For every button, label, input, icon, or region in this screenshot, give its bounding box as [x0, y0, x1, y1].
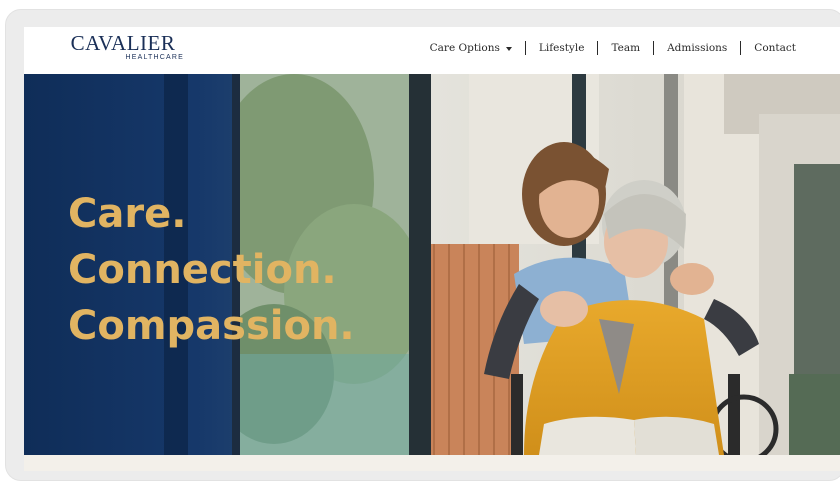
- hero-banner: Care. Connection. Compassion.: [24, 74, 840, 455]
- chevron-down-icon: [505, 47, 512, 51]
- hero-headline: Care. Connection. Compassion.: [68, 186, 355, 354]
- logo-tagline: HEALTHCARE: [125, 54, 184, 61]
- nav-item-care-options[interactable]: Care Options: [430, 42, 512, 54]
- logo[interactable]: CAVALIER HEALTHCARE: [60, 32, 186, 62]
- nav-item-admissions[interactable]: Admissions: [667, 42, 727, 54]
- website: CAVALIER HEALTHCARE Care Options Lifesty…: [24, 27, 840, 471]
- nav-separator: [597, 41, 599, 55]
- hero-bottom-strip: [24, 455, 840, 471]
- headline-line-connection: Connection.: [68, 247, 337, 293]
- nav-item-label: Team: [611, 42, 641, 54]
- nav-separator: [524, 41, 526, 55]
- nav-item-label: Contact: [754, 42, 796, 54]
- nav-item-label: Care Options: [429, 42, 500, 54]
- nav-item-lifestyle[interactable]: Lifestyle: [539, 42, 585, 54]
- nav-item-label: Admissions: [667, 42, 728, 54]
- headline-line-compassion: Compassion.: [68, 303, 355, 349]
- site-header: CAVALIER HEALTHCARE Care Options Lifesty…: [24, 27, 840, 74]
- main-nav: Care Options Lifestyle Team Admissions C…: [430, 41, 796, 55]
- logo-wordmark: CAVALIER: [70, 31, 176, 55]
- nav-separator: [653, 41, 655, 55]
- headline-line-care: Care.: [68, 191, 187, 237]
- nav-separator: [740, 41, 742, 55]
- nav-item-label: Lifestyle: [538, 42, 585, 54]
- nav-item-team[interactable]: Team: [611, 42, 640, 54]
- nav-item-contact[interactable]: Contact: [754, 42, 796, 54]
